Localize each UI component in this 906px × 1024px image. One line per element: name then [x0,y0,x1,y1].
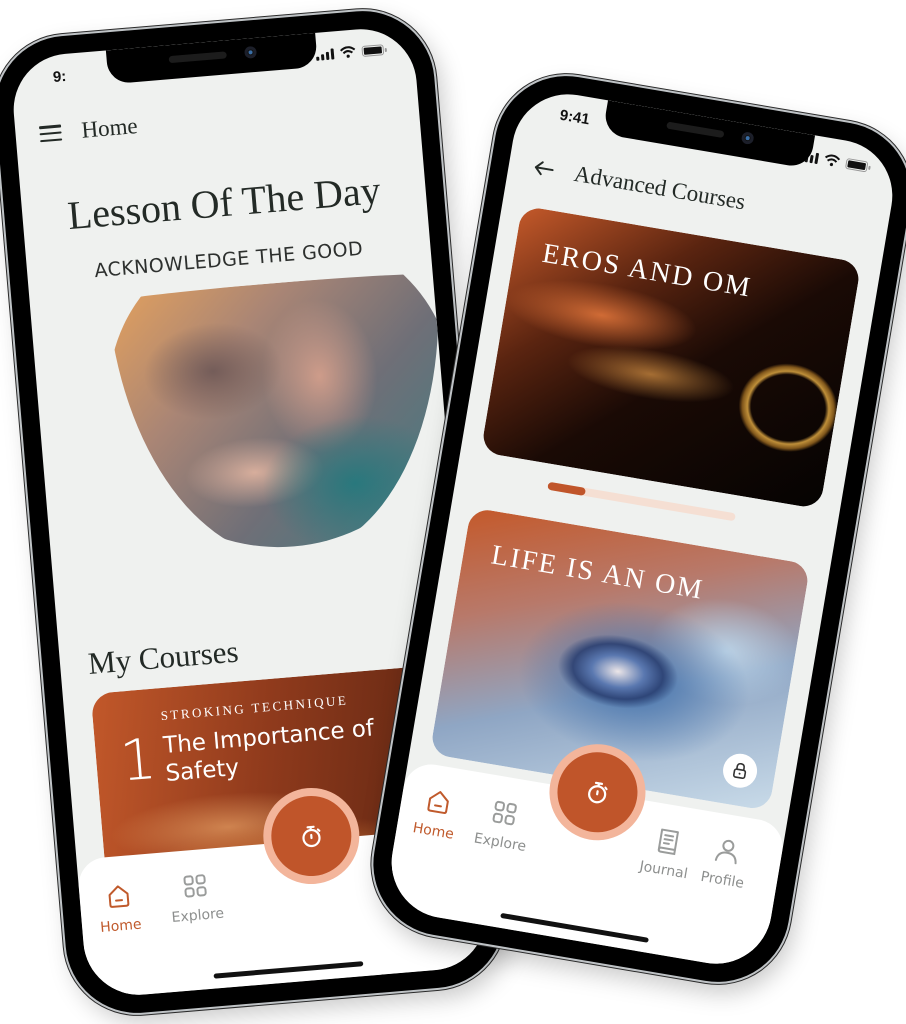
status-icons [315,43,385,61]
tab-explore[interactable]: Explore [473,795,533,855]
battery-icon [361,43,385,57]
grid-icon [492,800,518,826]
my-courses-heading: My Courses [86,633,240,682]
signal-icon [316,47,335,61]
course-title: LIFE IS AN OM [489,539,707,606]
profile-icon [714,839,737,865]
course-title: The Importance of Safety [162,715,376,787]
status-time: 9:41 [558,106,591,129]
course-card[interactable]: EROS AND OM [480,205,862,510]
wifi-icon [340,46,356,58]
grid-icon [183,874,207,898]
tab-journal-label: Journal [638,858,689,883]
lesson-image[interactable] [108,270,460,572]
battery-icon [844,157,869,172]
timer-button-inner [551,746,644,839]
tab-profile-label: Profile [699,868,746,892]
course-title: EROS AND OM [540,237,755,304]
lesson-heading: Lesson Of The Day [65,167,383,239]
home-icon [427,790,449,814]
carousel-progress-fill [547,481,587,496]
tab-home-label: Home [99,916,143,936]
status-time: 9: [52,67,67,86]
journal-icon [657,828,680,856]
tab-explore-label: Explore [472,830,528,855]
menu-icon[interactable] [38,124,63,143]
course-number: 1 [117,726,159,795]
tab-home[interactable]: Home [97,881,143,936]
advanced-courses-screen: 9:41 Advanced Courses EROS AND OM LIFE I… [383,85,901,973]
stopwatch-icon [302,825,321,848]
tab-journal[interactable]: Journal [638,823,694,882]
camera-icon [740,131,755,146]
stopwatch-icon [588,781,608,804]
timer-button-inner [268,792,355,880]
camera-icon [244,45,258,59]
wifi-icon [825,154,841,167]
speaker [666,121,725,139]
home-icon [108,885,130,908]
page-title: Advanced Courses [572,160,748,215]
speaker [168,51,227,64]
tab-home-label: Home [411,820,456,843]
tab-explore-label: Explore [171,905,225,926]
back-arrow-icon[interactable] [531,158,556,179]
tab-home[interactable]: Home [412,785,461,843]
tab-profile[interactable]: Profile [700,833,752,892]
lock-button[interactable] [720,751,760,791]
tab-explore[interactable]: Explore [168,870,225,926]
lock-icon [732,762,747,780]
page-title: Home [80,113,139,143]
